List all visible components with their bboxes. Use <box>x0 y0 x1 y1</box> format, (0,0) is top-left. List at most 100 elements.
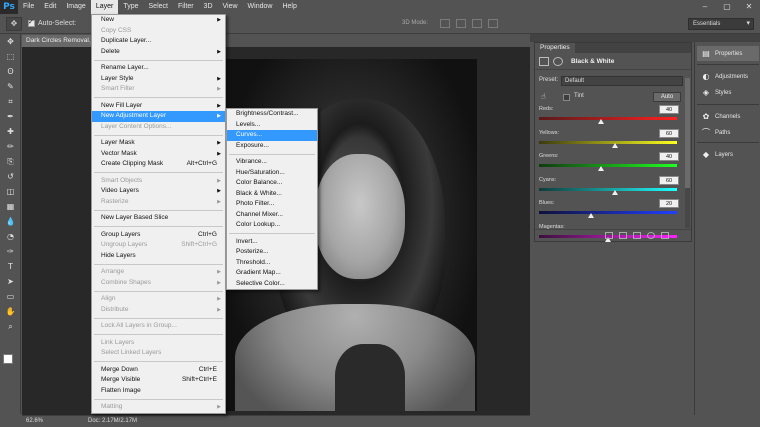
layer-menu-item-group-layers[interactable]: Group Layers Ctrl+G <box>92 230 225 241</box>
slider-track[interactable] <box>539 211 677 214</box>
adjustment-item-exposure[interactable]: Exposure... <box>227 141 317 152</box>
slider-thumb[interactable] <box>588 213 595 218</box>
menu-help[interactable]: Help <box>277 0 301 14</box>
layer-menu-item-hide-layers[interactable]: Hide Layers <box>92 251 225 262</box>
adjustment-item-brightness-contrast[interactable]: Brightness/Contrast... <box>227 109 317 120</box>
dock-styles[interactable]: ◈ Styles <box>697 85 759 100</box>
layer-menu-item-new-adjustment-layer[interactable]: New Adjustment Layer ▶ <box>92 111 225 122</box>
slider-track[interactable] <box>539 187 677 191</box>
close-button[interactable]: ✕ <box>738 0 760 14</box>
adjustment-item-channel-mixer[interactable]: Channel Mixer... <box>227 210 317 221</box>
preset-select[interactable]: Default <box>561 76 683 86</box>
tint-checkbox[interactable] <box>563 94 570 101</box>
zoom-level[interactable]: 62.6% <box>26 416 43 427</box>
marquee-tool-icon[interactable]: ⬚ <box>1 49 20 64</box>
clone-tool-icon[interactable]: ⎘ <box>1 154 20 169</box>
eraser-tool-icon[interactable]: ◫ <box>1 184 20 199</box>
zoom-tool-icon[interactable]: ⌕ <box>1 319 20 334</box>
layer-menu-item-vector-mask[interactable]: Vector Mask ▶ <box>92 149 225 160</box>
layer-menu-item-new[interactable]: New ▶ <box>92 15 225 26</box>
layer-menu-item-layer-style[interactable]: Layer Style ▶ <box>92 74 225 85</box>
slider-value-input[interactable]: 60 <box>659 175 679 185</box>
layer-menu-item-video-layers[interactable]: Video Layers ▶ <box>92 186 225 197</box>
slider-value-input[interactable]: 20 <box>659 199 679 208</box>
adjustment-item-color-balance[interactable]: Color Balance... <box>227 178 317 189</box>
trash-icon[interactable] <box>661 232 669 239</box>
adjustment-item-curves[interactable]: Curves... <box>227 130 317 141</box>
slider-thumb[interactable] <box>611 189 618 195</box>
menu-layer[interactable]: Layer <box>90 0 119 14</box>
brush-tool-icon[interactable]: ✏ <box>1 139 20 154</box>
targeted-adjustment-hand-icon[interactable]: ☝ <box>541 92 546 101</box>
3d-pan-icon[interactable] <box>472 19 482 28</box>
move-tool-preset-icon[interactable]: ✥ <box>6 16 22 31</box>
maximize-button[interactable]: ▢ <box>716 0 738 14</box>
layer-menu-item-new-fill-layer[interactable]: New Fill Layer ▶ <box>92 101 225 112</box>
visibility-icon[interactable] <box>647 232 655 239</box>
adjustment-item-selective-color[interactable]: Selective Color... <box>227 279 317 290</box>
menu-select[interactable]: Select <box>144 0 173 14</box>
slider-thumb[interactable] <box>598 166 605 171</box>
slider-value-input[interactable]: 40 <box>659 105 679 114</box>
layer-menu-item-layer-mask[interactable]: Layer Mask ▶ <box>92 138 225 149</box>
view-previous-icon[interactable] <box>619 232 627 239</box>
shape-tool-icon[interactable]: ▭ <box>1 289 20 304</box>
adjustment-item-color-lookup[interactable]: Color Lookup... <box>227 220 317 231</box>
reset-icon[interactable] <box>633 232 641 239</box>
adjustment-item-posterize[interactable]: Posterize... <box>227 247 317 258</box>
slider-track[interactable] <box>539 117 677 120</box>
healing-tool-icon[interactable]: ✚ <box>1 124 20 139</box>
menu-3d[interactable]: 3D <box>199 0 218 14</box>
dock-adjustments[interactable]: ◐ Adjustments <box>697 69 759 84</box>
adjustment-item-threshold[interactable]: Threshold... <box>227 258 317 269</box>
slider-value-input[interactable]: 40 <box>659 152 679 161</box>
type-tool-icon[interactable]: T <box>1 259 20 274</box>
path-select-tool-icon[interactable]: ➤ <box>1 274 20 289</box>
layer-menu-item-rename-layer[interactable]: Rename Layer... <box>92 63 225 74</box>
menu-image[interactable]: Image <box>61 0 90 14</box>
slider-thumb[interactable] <box>598 119 605 124</box>
adjustment-item-black-white[interactable]: Black & White... <box>227 189 317 200</box>
pen-tool-icon[interactable]: ✑ <box>1 244 20 259</box>
slider-thumb[interactable] <box>611 142 618 148</box>
slider-track[interactable] <box>539 140 677 144</box>
slider-track[interactable] <box>539 164 677 167</box>
properties-scrollbar[interactable] <box>685 78 690 228</box>
auto-select-checkbox[interactable] <box>28 18 35 27</box>
dock-channels[interactable]: ✿ Channels <box>697 109 759 124</box>
adjustment-item-hue-saturation[interactable]: Hue/Saturation... <box>227 168 317 179</box>
workspace-select[interactable]: Essentials <box>688 18 754 30</box>
layer-menu-item-merge-visible[interactable]: Merge Visible Shift+Ctrl+E <box>92 375 225 386</box>
layer-menu-item-create-clipping-mask[interactable]: Create Clipping Mask Alt+Ctrl+G <box>92 159 225 170</box>
history-brush-tool-icon[interactable]: ↺ <box>1 169 20 184</box>
hand-tool-icon[interactable]: ✋ <box>1 304 20 319</box>
adjustment-item-vibrance[interactable]: Vibrance... <box>227 157 317 168</box>
menu-view[interactable]: View <box>218 0 243 14</box>
layer-menu-item-duplicate-layer[interactable]: Duplicate Layer... <box>92 36 225 47</box>
dock-properties[interactable]: ▤ Properties <box>697 46 759 61</box>
3d-slide-icon[interactable] <box>488 19 498 28</box>
menu-type[interactable]: Type <box>118 0 143 14</box>
auto-button[interactable]: Auto <box>653 92 681 102</box>
menu-window[interactable]: Window <box>243 0 278 14</box>
move-tool-icon[interactable]: ✥ <box>1 34 20 49</box>
layer-menu-item-delete[interactable]: Delete ▶ <box>92 47 225 58</box>
3d-rotate-icon[interactable] <box>440 19 450 28</box>
adjustment-item-invert[interactable]: Invert... <box>227 237 317 248</box>
menu-file[interactable]: File <box>18 0 39 14</box>
adjustment-item-levels[interactable]: Levels... <box>227 120 317 131</box>
dock-paths[interactable]: ⌒ Paths <box>697 125 759 140</box>
layer-menu-item-flatten-image[interactable]: Flatten Image <box>92 386 225 397</box>
dock-layers[interactable]: ◆ Layers <box>697 147 759 162</box>
quick-select-tool-icon[interactable]: ✎ <box>1 79 20 94</box>
minimize-button[interactable]: – <box>694 0 716 14</box>
properties-tab[interactable]: Properties <box>535 43 575 53</box>
gradient-tool-icon[interactable]: ▦ <box>1 199 20 214</box>
adjustment-item-photo-filter[interactable]: Photo Filter... <box>227 199 317 210</box>
crop-tool-icon[interactable]: ⌗ <box>1 94 20 109</box>
layer-menu-item-merge-down[interactable]: Merge Down Ctrl+E <box>92 365 225 376</box>
adjustment-item-gradient-map[interactable]: Gradient Map... <box>227 268 317 279</box>
3d-roll-icon[interactable] <box>456 19 466 28</box>
clip-to-layer-icon[interactable] <box>605 232 613 239</box>
slider-value-input[interactable]: 60 <box>659 128 679 138</box>
